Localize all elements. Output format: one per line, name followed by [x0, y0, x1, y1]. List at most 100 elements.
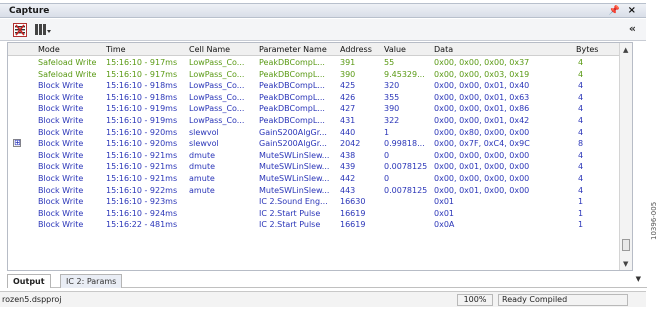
row-cell-name: amute [189, 185, 215, 195]
row-mode: Block Write [38, 127, 84, 137]
row-mode: Block Write [38, 185, 84, 195]
table-row[interactable]: Block Write 15:16:10 - 924ms IC 2.Start Pu… [8, 208, 620, 220]
row-cell-name: slewvol [189, 127, 219, 137]
table-row[interactable]: Block Write 15:16:10 - 921ms dmute MuteSWLi… [8, 161, 620, 173]
collapse-icon[interactable]: « [629, 22, 636, 35]
row-value: 1 [384, 127, 390, 137]
table-row[interactable]: Block Write 15:16:10 - 921ms dmute MuteSWLi… [8, 150, 620, 162]
row-data: 0x00, 0x00, 0x00, 0x00 [434, 174, 530, 183]
row-data: 0x0A [434, 220, 455, 230]
row-bytes: 1 [578, 220, 584, 230]
columns-dropdown-button[interactable] [34, 23, 52, 37]
row-mode: Block Write [38, 81, 84, 91]
column-header-address[interactable]: Address [340, 45, 372, 54]
table-row[interactable]: Block Write 15:16:22 - 481ms IC 2.Start Pu… [8, 219, 620, 231]
row-time: 15:16:10 - 921ms [106, 150, 178, 160]
grid-header: Mode Time Cell Name Parameter Name Addre… [8, 43, 620, 56]
row-mode: Safeload Write [38, 69, 97, 79]
table-row[interactable]: Block Write 15:16:10 - 919ms LowPass_Co...… [8, 103, 620, 115]
row-cell-name: dmute [189, 150, 215, 160]
row-value: 322 [384, 116, 400, 125]
table-row[interactable]: Block Write 15:16:10 - 921ms amute MuteSWLi… [8, 173, 620, 185]
row-parameter-name: PeakDBCompL... [259, 69, 325, 79]
row-address: 427 [340, 104, 356, 114]
row-data: 0x00, 0x01, 0x00, 0x00 [434, 162, 530, 172]
column-header-bytes[interactable]: Bytes [576, 45, 598, 54]
expand-icon[interactable]: ⊞ [13, 139, 21, 148]
column-header-value[interactable]: Value [384, 45, 406, 54]
vertical-scrollbar[interactable]: ▲ ▼ [619, 43, 632, 270]
row-parameter-name: MuteSWLinSlew... [259, 150, 330, 160]
row-parameter-name: IC 2.Start Pulse [259, 220, 321, 230]
tab-list-icon[interactable]: ▼ [636, 275, 641, 283]
row-cell-name: LowPass_Co... [189, 58, 245, 67]
row-cell-name: LowPass_Co... [189, 69, 245, 79]
row-bytes: 8 [578, 139, 584, 149]
row-mode: Safeload Write [38, 58, 97, 67]
table-row[interactable]: Block Write 15:16:10 - 919ms LowPass_Co...… [8, 115, 620, 127]
table-row[interactable]: ⊞ Block Write 15:16:10 - 920ms slewvol GainS… [8, 138, 620, 150]
table-row[interactable]: Block Write 15:16:10 - 923ms IC 2.Sound En… [8, 196, 620, 208]
row-address: 16619 [340, 220, 366, 230]
close-icon[interactable]: × [628, 5, 636, 16]
table-row[interactable]: Block Write 15:16:10 - 922ms amute MuteSWLi… [8, 185, 620, 197]
row-mode: Block Write [38, 139, 84, 149]
row-cell-name: LowPass_Co... [189, 92, 245, 102]
column-header-data[interactable]: Data [434, 45, 453, 54]
row-mode: Block Write [38, 162, 84, 172]
row-mode: Block Write [38, 116, 84, 125]
tab-output[interactable]: Output [7, 274, 51, 288]
row-data: 0x00, 0x80, 0x00, 0x00 [434, 127, 530, 137]
row-address: 425 [340, 81, 356, 91]
row-bytes: 4 [578, 81, 584, 91]
row-parameter-name: MuteSWLinSlew... [259, 162, 330, 172]
row-value: 390 [384, 104, 400, 114]
row-bytes: 4 [578, 174, 584, 183]
row-parameter-name: MuteSWLinSlew... [259, 174, 330, 183]
tab-ic2-params[interactable]: IC 2: Params [60, 274, 123, 288]
row-time: 15:16:10 - 920ms [106, 139, 178, 149]
table-row[interactable]: Block Write 15:16:10 - 918ms LowPass_Co...… [8, 80, 620, 92]
row-parameter-name: GainS200AlgGr... [259, 127, 327, 137]
row-address: 442 [340, 174, 356, 183]
row-address: 2042 [340, 139, 361, 149]
scroll-up-icon[interactable]: ▲ [623, 46, 628, 54]
row-parameter-name: IC 2.Start Pulse [259, 208, 321, 218]
row-bytes: 4 [578, 104, 584, 114]
figure-code: 10396-005 [650, 201, 658, 240]
row-bytes: 1 [578, 197, 584, 207]
clear-icon [15, 24, 25, 36]
row-data: 0x01 [434, 208, 455, 218]
capture-grid[interactable]: Mode Time Cell Name Parameter Name Addre… [7, 42, 633, 271]
row-address: 439 [340, 162, 356, 172]
scroll-down-icon[interactable]: ▼ [623, 260, 628, 268]
row-data: 0x00, 0x7F, 0xC4, 0x9C [434, 139, 530, 149]
row-mode: Block Write [38, 104, 84, 114]
row-time: 15:16:10 - 924ms [106, 208, 178, 218]
column-header-mode[interactable]: Mode [38, 45, 60, 54]
clear-capture-button[interactable] [13, 23, 27, 37]
column-header-parameter-name[interactable]: Parameter Name [259, 45, 327, 54]
row-parameter-name: PeakDBCompL... [259, 81, 325, 91]
row-address: 443 [340, 185, 356, 195]
table-row[interactable]: Safeload Write 15:16:10 - 917ms LowPass_Co… [8, 57, 620, 69]
row-parameter-name: GainS200AlgGr... [259, 139, 327, 149]
row-time: 15:16:10 - 918ms [106, 81, 178, 91]
row-bytes: 4 [578, 58, 584, 67]
pin-icon[interactable]: 📌 [609, 6, 620, 16]
column-header-cell-name[interactable]: Cell Name [189, 45, 230, 54]
row-cell-name: LowPass_Co... [189, 81, 245, 91]
table-row[interactable]: Block Write 15:16:10 - 918ms LowPass_Co...… [8, 92, 620, 104]
table-row[interactable]: Block Write 15:16:10 - 920ms slewvol GainS2… [8, 127, 620, 139]
panel-tabs: Output IC 2: Params ▼ [7, 272, 647, 288]
row-parameter-name: PeakDBCompL... [259, 116, 325, 125]
table-row[interactable]: Safeload Write 15:16:10 - 917ms LowPass_Co… [8, 69, 620, 81]
row-value: 320 [384, 81, 400, 91]
capture-toolbar: « [0, 19, 646, 41]
status-file: rozen5.dspproj [2, 295, 62, 304]
panel-title: Capture [9, 6, 50, 16]
row-value: 9.45329... [384, 69, 425, 79]
scroll-thumb[interactable] [622, 239, 630, 251]
column-header-time[interactable]: Time [106, 45, 126, 54]
row-address: 16619 [340, 208, 366, 218]
